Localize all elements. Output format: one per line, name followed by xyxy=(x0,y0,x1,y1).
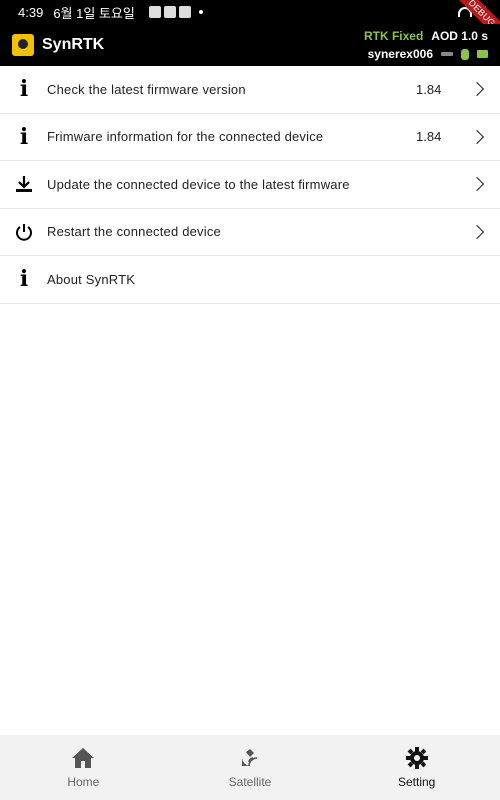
nav-tab-satellite[interactable]: Satellite xyxy=(167,735,334,800)
device-row: synerex006 xyxy=(368,47,488,61)
settings-item-label: Restart the connected device xyxy=(47,224,221,240)
settings-item-restart-device[interactable]: Restart the connected device xyxy=(0,209,500,256)
gear-icon xyxy=(405,746,428,769)
bluetooth-icon xyxy=(461,48,469,60)
app-screen: 4:39 6월 1일 토요일 DEBUG SynRTK RTK Fixed AO… xyxy=(0,0,500,800)
settings-item-check-latest-firmware[interactable]: i Check the latest firmware version 1.84 xyxy=(0,66,500,114)
chat-notification-icon xyxy=(163,6,176,18)
chevron-right-icon xyxy=(469,129,485,144)
settings-list: i Check the latest firmware version 1.84… xyxy=(0,66,500,304)
settings-item-about[interactable]: i About SynRTK xyxy=(0,256,500,304)
device-status: RTK Fixed AOD 1.0 s synerex006 xyxy=(364,29,488,61)
power-icon xyxy=(12,222,36,242)
firmware-version-value: 1.84 xyxy=(416,81,442,97)
system-status-bar: 4:39 6월 1일 토요일 DEBUG xyxy=(0,0,500,47)
settings-item-label: About SynRTK xyxy=(47,271,136,287)
device-battery-icon xyxy=(477,50,488,58)
home-icon xyxy=(71,747,95,769)
chevron-right-icon xyxy=(469,224,485,239)
settings-item-label: Update the connected device to the lates… xyxy=(47,176,350,192)
info-icon: i xyxy=(19,123,29,150)
image-notification-icon xyxy=(178,6,191,18)
download-icon xyxy=(12,174,36,194)
bottom-navigation: Home Satellite Setting xyxy=(0,735,500,800)
rtk-status: RTK Fixed xyxy=(363,29,424,43)
device-firmware-value: 1.84 xyxy=(416,129,442,145)
notification-icons xyxy=(148,6,203,18)
app-title: SynRTK xyxy=(42,36,105,53)
chevron-right-icon xyxy=(469,177,485,192)
settings-item-update-firmware[interactable]: Update the connected device to the lates… xyxy=(0,161,500,209)
settings-item-device-firmware-info[interactable]: i Frimware information for the connected… xyxy=(0,114,500,161)
info-icon: i xyxy=(19,266,29,293)
status-time: 4:39 xyxy=(18,4,44,20)
nav-label: Satellite xyxy=(228,774,272,789)
more-notifications-dot xyxy=(198,10,203,14)
app-bar: SynRTK RTK Fixed AOD 1.0 s synerex006 xyxy=(0,24,500,66)
rtk-status-row: RTK Fixed AOD 1.0 s xyxy=(364,29,488,43)
settings-item-label: Check the latest firmware version xyxy=(47,81,246,97)
app-logo xyxy=(12,34,34,56)
nav-tab-setting[interactable]: Setting xyxy=(333,735,500,800)
status-date: 6월 1일 토요일 xyxy=(53,5,135,21)
app-notification-icon xyxy=(148,6,161,18)
settings-item-label: Frimware information for the connected d… xyxy=(47,129,324,145)
nav-label: Setting xyxy=(398,774,436,789)
satellite-icon xyxy=(239,747,261,769)
usb-icon xyxy=(441,52,453,56)
aod-value: AOD 1.0 s xyxy=(431,29,488,43)
info-icon: i xyxy=(19,76,29,103)
nav-tab-home[interactable]: Home xyxy=(0,735,167,800)
device-name: synerex006 xyxy=(367,47,433,61)
chevron-right-icon xyxy=(469,82,485,97)
nav-label: Home xyxy=(67,774,100,789)
